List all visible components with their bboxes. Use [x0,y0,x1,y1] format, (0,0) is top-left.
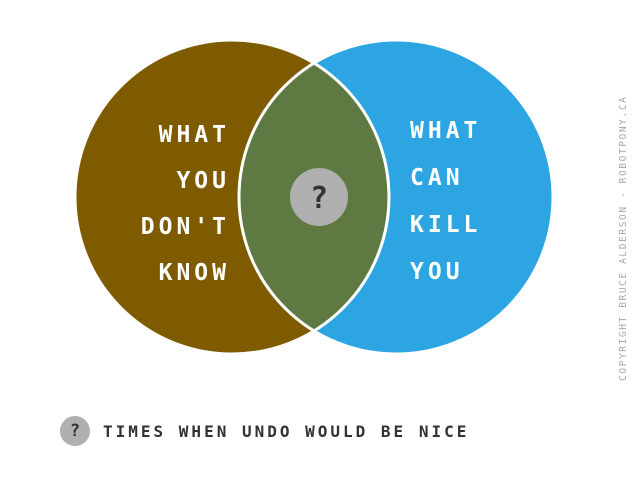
question-mark-icon: ? [310,181,328,216]
left-set-line: YOU [176,168,230,194]
copyright-notice: COPYRIGHT BRUCE ALDERSON - ROBOTPONY.CA [618,95,629,381]
legend-text: TIMES WHEN UNDO WOULD BE NICE [103,421,470,441]
left-set-line: WHAT [158,122,230,148]
right-set-line: YOU [410,259,464,285]
legend: ? TIMES WHEN UNDO WOULD BE NICE [60,414,469,448]
question-mark-icon: ? [60,416,90,446]
left-set-label: WHAT YOU DON'T KNOW [98,112,230,296]
right-set-label: WHAT CAN KILL YOU [410,108,550,296]
right-set-line: KILL [410,212,482,238]
right-set-line: WHAT [410,118,482,144]
right-set-line: CAN [410,165,464,191]
left-set-line: KNOW [158,260,230,286]
left-set-line: DON'T [140,214,230,240]
